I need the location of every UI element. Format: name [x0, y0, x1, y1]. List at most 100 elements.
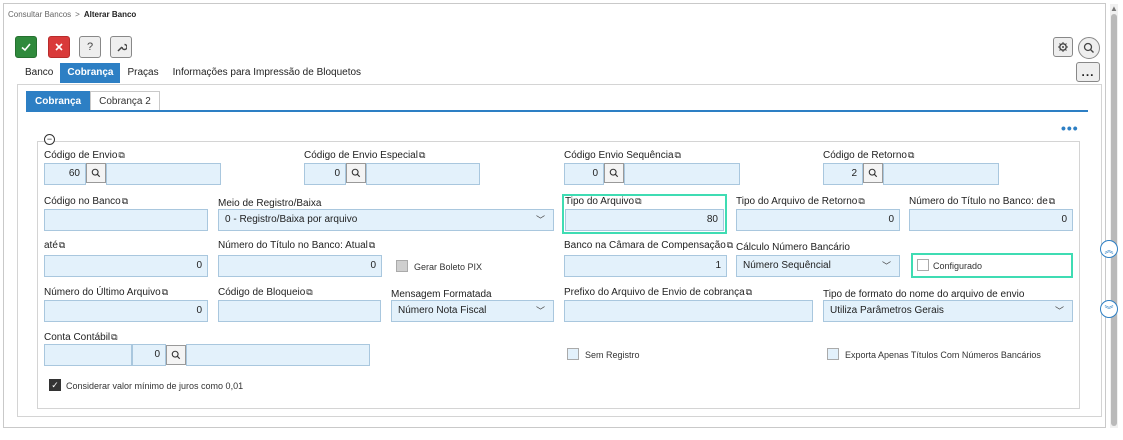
search-icon — [609, 168, 619, 178]
banco-camara-input[interactable]: 1 — [564, 255, 727, 277]
copy-icon: ⧉ — [745, 287, 753, 297]
codigo-envio-sequencia-description — [624, 163, 740, 185]
codigo-envio-input[interactable]: 60 — [44, 163, 86, 185]
copy-icon: ⧉ — [674, 150, 681, 160]
conta-contabil-lookup-button[interactable] — [166, 345, 186, 365]
tipo-arquivo-input[interactable]: 80 — [565, 209, 724, 231]
codigo-envio-lookup-button[interactable] — [86, 163, 106, 183]
exporta-apenas-checkbox[interactable] — [827, 348, 839, 360]
subtab-underline — [26, 110, 1088, 112]
copy-icon: ⧉ — [726, 240, 734, 250]
codigo-no-banco-label: Código no Banco⧉ — [44, 196, 129, 207]
cancel-button[interactable] — [48, 36, 70, 58]
codigo-envio-description — [106, 163, 221, 185]
conta-contabil-label: Conta Contábil⧉ — [44, 332, 118, 343]
tab-banco[interactable]: Banco — [18, 63, 60, 83]
copy-icon: ⧉ — [121, 196, 129, 206]
scroll-up-icon[interactable]: ▲ — [1110, 4, 1118, 13]
copy-icon: ⧉ — [161, 287, 169, 297]
search-icon — [171, 350, 181, 360]
codigo-envio-sequencia-lookup-button[interactable] — [604, 163, 624, 183]
tab-pracas[interactable]: Praças — [120, 63, 165, 83]
copy-icon: ⧉ — [418, 150, 426, 160]
gear-icon — [1058, 42, 1068, 52]
conta-contabil-code-input[interactable] — [44, 344, 132, 366]
search-button[interactable] — [1078, 37, 1100, 59]
configurado-checkbox[interactable] — [917, 259, 929, 271]
codigo-envio-especial-lookup-button[interactable] — [346, 163, 366, 183]
numero-titulo-de-input[interactable]: 0 — [909, 209, 1073, 231]
section-more-button[interactable]: ••• — [1061, 120, 1079, 136]
conta-contabil-input[interactable]: 0 — [132, 344, 166, 366]
search-icon — [351, 168, 361, 178]
banco-camara-label: Banco na Câmara de Compensação⧉ — [564, 240, 734, 251]
double-chevron-up-icon: ︽ — [1104, 244, 1114, 255]
subtab-cobranca[interactable]: Cobrança — [26, 91, 91, 111]
ate-input[interactable]: 0 — [44, 255, 208, 277]
codigo-bloqueio-input[interactable] — [218, 300, 381, 322]
calculo-numero-value: Número Sequêncial — [743, 260, 831, 271]
breadcrumb-parent[interactable]: Consultar Bancos — [8, 10, 71, 19]
scroll-top-button[interactable]: ︽ — [1100, 240, 1118, 258]
codigo-no-banco-input[interactable] — [44, 209, 208, 231]
confirm-button[interactable] — [15, 36, 37, 58]
mensagem-formatada-value: Número Nota Fiscal — [398, 305, 487, 316]
codigo-envio-especial-input[interactable]: 0 — [304, 163, 346, 185]
codigo-retorno-lookup-button[interactable] — [863, 163, 883, 183]
settings-button[interactable] — [1053, 37, 1073, 57]
subtab-cobranca-2[interactable]: Cobrança 2 — [90, 91, 160, 111]
numero-titulo-atual-input[interactable]: 0 — [218, 255, 382, 277]
calculo-numero-select[interactable]: Número Sequêncial ﹀ — [736, 255, 900, 277]
gerar-boleto-pix-checkbox[interactable] — [396, 260, 408, 272]
meio-registro-label: Meio de Registro/Baixa — [218, 198, 322, 209]
copy-icon: ⧉ — [58, 240, 66, 250]
codigo-envio-sequencia-label: Código Envio Sequência⧉ — [564, 150, 681, 161]
numero-titulo-atual-label: Número do Título no Banco: Atual⧉ — [218, 240, 376, 251]
numero-ultimo-arquivo-label: Número do Último Arquivo⧉ — [44, 287, 169, 298]
tab-informacoes-impressao[interactable]: Informações para Impressão de Bloquetos — [166, 63, 368, 83]
codigo-envio-label: Código de Envio⧉ — [44, 150, 125, 161]
more-label: ... — [1081, 65, 1095, 79]
wrench-icon — [117, 43, 127, 52]
ate-label: até⧉ — [44, 240, 66, 251]
codigo-envio-especial-label: Código de Envio Especial⧉ — [304, 150, 426, 161]
calculo-numero-label: Cálculo Número Bancário — [736, 242, 850, 253]
numero-ultimo-arquivo-input[interactable]: 0 — [44, 300, 208, 322]
meio-registro-select[interactable]: 0 - Registro/Baixa por arquivo ﹀ — [218, 209, 554, 231]
numero-titulo-de-label: Número do Título no Banco: de⧉ — [909, 196, 1056, 207]
sem-registro-checkbox[interactable] — [567, 348, 579, 360]
search-icon — [1083, 42, 1094, 53]
tools-button[interactable] — [110, 36, 132, 58]
prefixo-arquivo-label: Prefixo do Arquivo de Envio de cobrança⧉ — [564, 287, 753, 298]
conta-contabil-description — [186, 344, 370, 366]
chevron-down-icon: ﹀ — [535, 306, 545, 316]
copy-icon: ⧉ — [858, 196, 865, 206]
minus-circle-icon[interactable]: − — [44, 134, 55, 145]
mensagem-formatada-select[interactable]: Número Nota Fiscal ﹀ — [391, 300, 554, 322]
sub-tabs: Cobrança Cobrança 2 — [26, 91, 160, 111]
gerar-boleto-pix-label: Gerar Boleto PIX — [414, 262, 483, 272]
more-options-button[interactable]: ... — [1076, 62, 1100, 82]
codigo-retorno-input[interactable]: 2 — [823, 163, 863, 185]
main-tabs: Banco Cobrança Praças Informações para I… — [18, 63, 368, 83]
chevron-down-icon: ﹀ — [1054, 306, 1064, 316]
search-icon — [868, 168, 878, 178]
tipo-arquivo-retorno-input[interactable]: 0 — [736, 209, 900, 231]
codigo-envio-sequencia-input[interactable]: 0 — [564, 163, 604, 185]
scrollbar-thumb[interactable] — [1111, 14, 1117, 426]
help-button[interactable]: ? — [79, 36, 101, 58]
considerar-juros-label: Considerar valor mínimo de juros como 0,… — [66, 381, 244, 391]
copy-icon: ⧉ — [306, 287, 313, 297]
tipo-formato-nome-select[interactable]: Utiliza Parâmetros Gerais ﹀ — [823, 300, 1073, 322]
considerar-juros-checkbox[interactable]: ✓ — [49, 379, 61, 391]
double-chevron-down-icon: ︾ — [1104, 304, 1114, 315]
codigo-retorno-description — [883, 163, 999, 185]
scroll-bottom-button[interactable]: ︾ — [1100, 300, 1118, 318]
tab-cobranca[interactable]: Cobrança — [60, 63, 121, 83]
tipo-formato-nome-label: Tipo de formato do nome do arquivo de en… — [823, 289, 1025, 300]
mensagem-formatada-label: Mensagem Formatada — [391, 289, 492, 300]
help-label: ? — [86, 41, 94, 53]
copy-icon: ⧉ — [111, 332, 118, 342]
prefixo-arquivo-input[interactable] — [564, 300, 813, 322]
sem-registro-label: Sem Registro — [585, 350, 640, 360]
